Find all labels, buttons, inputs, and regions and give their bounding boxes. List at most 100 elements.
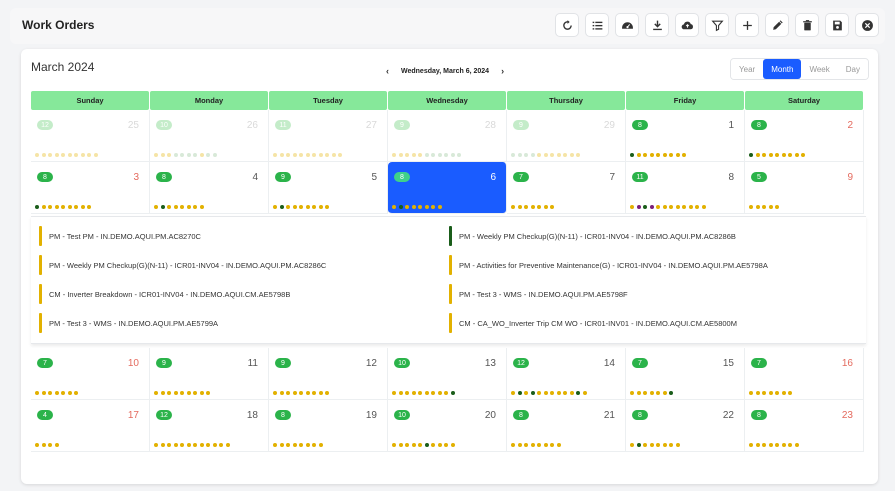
day-number: 21 [603,410,615,421]
work-order-dot [173,205,178,209]
dashboard-button[interactable] [615,13,639,37]
day-cell[interactable]: 95 [269,162,388,214]
work-order-dot [649,443,654,447]
work-order-dot [392,391,396,395]
status-color-bar [449,284,452,304]
details-column-left: PM - Test PM - IN.DEMO.AQUI.PM.AC8270C PM… [39,226,326,342]
day-cell[interactable]: 8 21 [507,400,626,452]
view-week-button[interactable]: Week [801,59,838,79]
day-cell[interactable]: 12 25 [31,110,150,162]
work-order-dot [801,153,805,157]
day-number: 23 [841,410,853,421]
day-cell[interactable]: 7 16 [745,348,864,400]
status-color-bar [39,284,42,304]
next-arrow-icon[interactable]: › [501,66,504,76]
trash-button[interactable] [795,13,819,37]
work-order-dots [392,205,442,209]
day-cell[interactable]: 7 15 [626,348,745,400]
day-cell[interactable]: 12 18 [150,400,269,452]
weekday-tuesday: Tuesday [269,91,387,110]
view-day-button[interactable]: Day [837,59,868,79]
work-order-dots [630,153,686,157]
day-cell[interactable]: 11 27 [269,110,388,162]
work-order-item[interactable]: PM - Test PM - IN.DEMO.AQUI.PM.AC8270C [39,226,326,246]
plus-button[interactable] [735,13,759,37]
work-order-dots [511,153,580,157]
cloud-upload-button[interactable] [675,13,699,37]
day-cell[interactable]: 8 23 [745,400,864,452]
work-order-title: PM - Weekly PM Checkup(G)(N-11) - ICR01-… [459,231,736,241]
work-order-dot [193,391,197,395]
work-order-dot [556,391,561,395]
day-cell[interactable]: 86 [388,162,507,214]
day-cell[interactable]: 8 19 [269,400,388,452]
day-cell[interactable]: 77 [507,162,626,214]
day-cell[interactable]: 8 22 [626,400,745,452]
work-order-dot [543,153,548,157]
prev-arrow-icon[interactable]: ‹ [386,66,389,76]
work-order-dot [93,153,98,157]
day-cell[interactable]: 84 [150,162,269,214]
day-cell[interactable]: 9 28 [388,110,507,162]
weekday-header: Sunday Monday Tuesday Wednesday Thursday Frid… [31,91,866,110]
day-cell[interactable]: 10 26 [150,110,269,162]
work-order-dots [749,391,792,395]
work-order-dots [749,205,779,209]
work-order-dot [781,391,786,395]
day-cell[interactable]: 9 11 [150,348,269,400]
day-cell[interactable]: 59 [745,162,864,214]
work-order-dot [74,205,78,209]
work-order-dot [556,443,561,447]
work-order-dot [755,153,760,157]
refresh-button[interactable] [555,13,579,37]
work-order-item[interactable]: CM - CA_WO_Inverter Trip CM WO - ICR01-I… [449,313,768,333]
filter-button[interactable] [705,13,729,37]
work-order-dot [656,391,660,395]
day-cell[interactable]: 7 10 [31,348,150,400]
day-cell[interactable]: 10 20 [388,400,507,452]
work-order-dots [630,443,680,447]
work-order-dot [286,153,290,157]
work-order-count-badge: 8 [394,172,410,182]
edit-button[interactable] [765,13,789,37]
work-order-item[interactable]: PM - Test 3 - WMS - IN.DEMO.AQUI.PM.AE57… [449,284,768,304]
work-order-dot [318,391,323,395]
day-cell[interactable]: 82 [745,110,864,162]
work-order-dot [775,391,779,395]
save-button[interactable] [825,13,849,37]
list-button[interactable] [585,13,609,37]
work-order-item[interactable]: CM - Inverter Breakdown - ICR01-INV04 - … [39,284,326,304]
work-order-item[interactable]: PM - Weekly PM Checkup(G)(N-11) - ICR01-… [39,255,326,275]
work-order-item[interactable]: PM - Weekly PM Checkup(G)(N-11) - ICR01-… [449,226,768,246]
day-cell[interactable]: 4 17 [31,400,150,452]
day-cell[interactable]: 10 13 [388,348,507,400]
day-cell[interactable]: 11 8 [626,162,745,214]
work-order-dot [444,391,448,395]
work-order-title: PM - Weekly PM Checkup(G)(N-11) - ICR01-… [49,260,327,270]
work-order-dot [286,205,290,209]
work-order-title: PM - Test 3 - WMS - IN.DEMO.AQUI.PM.AE57… [49,318,219,328]
download-button[interactable] [645,13,669,37]
work-order-dot [418,443,422,447]
close-button[interactable] [855,13,879,37]
work-order-dot [398,205,403,209]
work-order-dot [537,391,541,395]
view-month-button[interactable]: Month [763,59,802,79]
work-order-dot [299,391,303,395]
work-order-dot [537,443,541,447]
day-number: 29 [603,120,615,131]
work-order-item[interactable]: PM - Activities for Preventive Maintenan… [449,255,768,275]
work-order-dot [437,205,442,209]
selected-date: Wednesday, March 6, 2024 [401,67,490,75]
week-row: 7 10 9 11 9 12 10 13 12 14 7 15 7 16 [31,348,866,400]
work-order-dot [775,153,779,157]
day-cell[interactable]: 83 [31,162,150,214]
day-cell[interactable]: 9 12 [269,348,388,400]
work-order-count-badge: 9 [156,358,172,368]
day-cell[interactable]: 9 29 [507,110,626,162]
view-year-button[interactable]: Year [731,59,764,79]
work-order-item[interactable]: PM - Test 3 - WMS - IN.DEMO.AQUI.PM.AE57… [39,313,326,333]
day-cell[interactable]: 81 [626,110,745,162]
day-cell[interactable]: 12 14 [507,348,626,400]
work-order-dot [656,153,660,157]
